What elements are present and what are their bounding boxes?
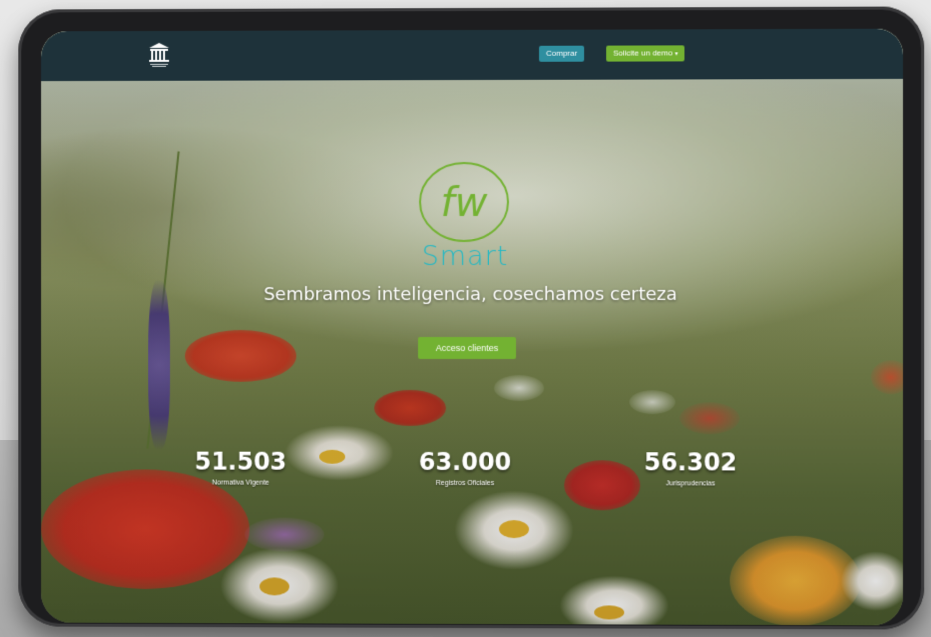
background-overlay xyxy=(41,28,903,626)
tablet-device: Comprar Solicite un demo ▾ fw Smart Semb… xyxy=(18,6,925,630)
stat-value: 56.302 xyxy=(643,448,738,477)
chevron-down-icon: ▾ xyxy=(674,51,678,58)
stat-value: 63.000 xyxy=(418,447,512,477)
stat-jurisprudencias: 56.302 Jurisprudencias xyxy=(610,448,771,487)
brand-name: Smart xyxy=(421,240,509,273)
comprar-button[interactable]: Comprar xyxy=(539,45,585,62)
institution-columns-icon[interactable] xyxy=(148,42,170,68)
fw-logo: fw xyxy=(419,162,509,243)
stat-value: 51.503 xyxy=(194,447,287,476)
stat-label: Registros Oficiales xyxy=(435,479,495,488)
stat-registros: 63.000 Registros Oficiales xyxy=(385,448,545,487)
fw-monogram: fw xyxy=(441,180,488,226)
stat-label: Normativa Vigente xyxy=(212,479,270,487)
solicite-demo-label: Solicite un demo xyxy=(613,48,673,58)
solicite-demo-button[interactable]: Solicite un demo ▾ xyxy=(606,45,685,62)
stat-label: Jurisprudencias xyxy=(665,480,716,488)
stat-normativa: 51.503 Normativa Vigente xyxy=(161,448,320,487)
acceso-clientes-button[interactable]: Acceso clientes xyxy=(418,336,517,360)
hero-tagline: Sembramos inteligencia, cosechamos certe… xyxy=(263,283,678,306)
tablet-screen: Comprar Solicite un demo ▾ fw Smart Semb… xyxy=(41,28,903,626)
top-navbar: Comprar Solicite un demo ▾ xyxy=(41,28,903,82)
